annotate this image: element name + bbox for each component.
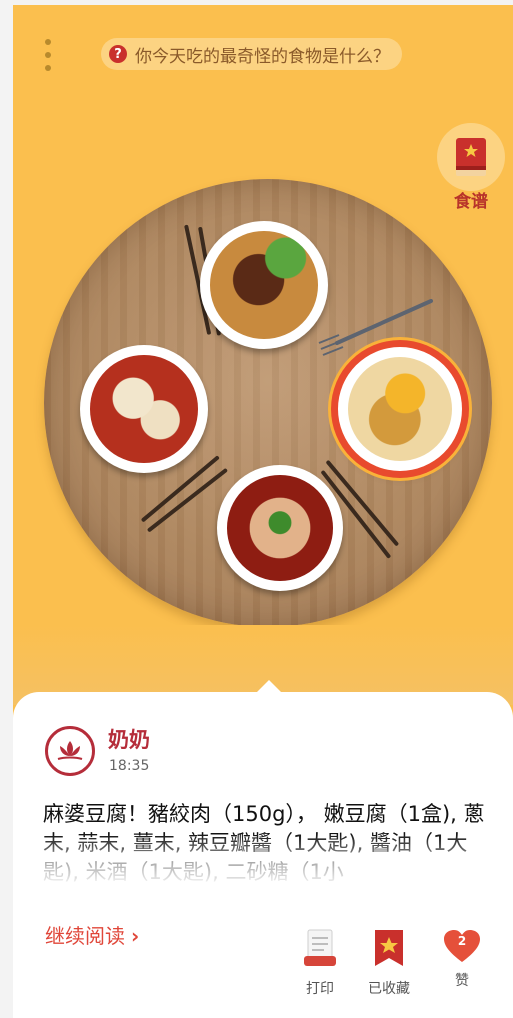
like-count: 2	[457, 934, 467, 948]
author-name[interactable]: 奶奶	[108, 724, 150, 754]
question-text: 你今天吃的最奇怪的食物是什么？	[135, 46, 390, 67]
post-time: 18:35	[109, 758, 150, 774]
like-button[interactable]: 2 赞	[437, 928, 487, 990]
card-notch	[256, 680, 282, 693]
saved-label: 已收藏	[368, 981, 410, 997]
dish-beef-noodles[interactable]	[200, 221, 328, 349]
pie-image	[347, 356, 453, 462]
dish-mapo-tofu[interactable]	[217, 465, 343, 591]
read-more-label: 继续阅读	[45, 924, 125, 948]
lotus-icon	[57, 741, 83, 760]
print-button[interactable]: 打印	[295, 928, 345, 998]
dish-dumplings[interactable]	[80, 345, 208, 473]
print-icon	[304, 929, 336, 966]
chevron-right-icon: ›	[131, 924, 140, 948]
post-card: 奶奶 18:35 麻婆豆腐！豬絞肉（150g）， 嫩豆腐（1盒), 蔥末, 蒜末…	[13, 680, 513, 1018]
question-icon: ?	[109, 45, 127, 63]
beef-noodles-image	[210, 231, 318, 339]
dining-table	[44, 179, 492, 627]
avatar[interactable]	[45, 726, 95, 776]
saved-button[interactable]: 已收藏	[364, 928, 414, 998]
mapo-tofu-image	[227, 475, 333, 581]
bookmark-star-icon	[375, 930, 403, 966]
menu-dots-icon[interactable]	[41, 39, 55, 79]
question-prompt[interactable]: ? 你今天吃的最奇怪的食物是什么？	[101, 38, 402, 70]
print-label: 打印	[306, 981, 334, 997]
read-more-link[interactable]: 继续阅读 ›	[45, 920, 139, 949]
like-badge: 2	[442, 928, 482, 964]
dumplings-image	[90, 355, 198, 463]
dish-pie[interactable]	[338, 347, 462, 471]
post-content: 麻婆豆腐！豬絞肉（150g）， 嫩豆腐（1盒), 蔥末, 蒜末, 薑末, 辣豆瓣…	[43, 802, 485, 884]
like-label: 赞	[455, 973, 469, 989]
